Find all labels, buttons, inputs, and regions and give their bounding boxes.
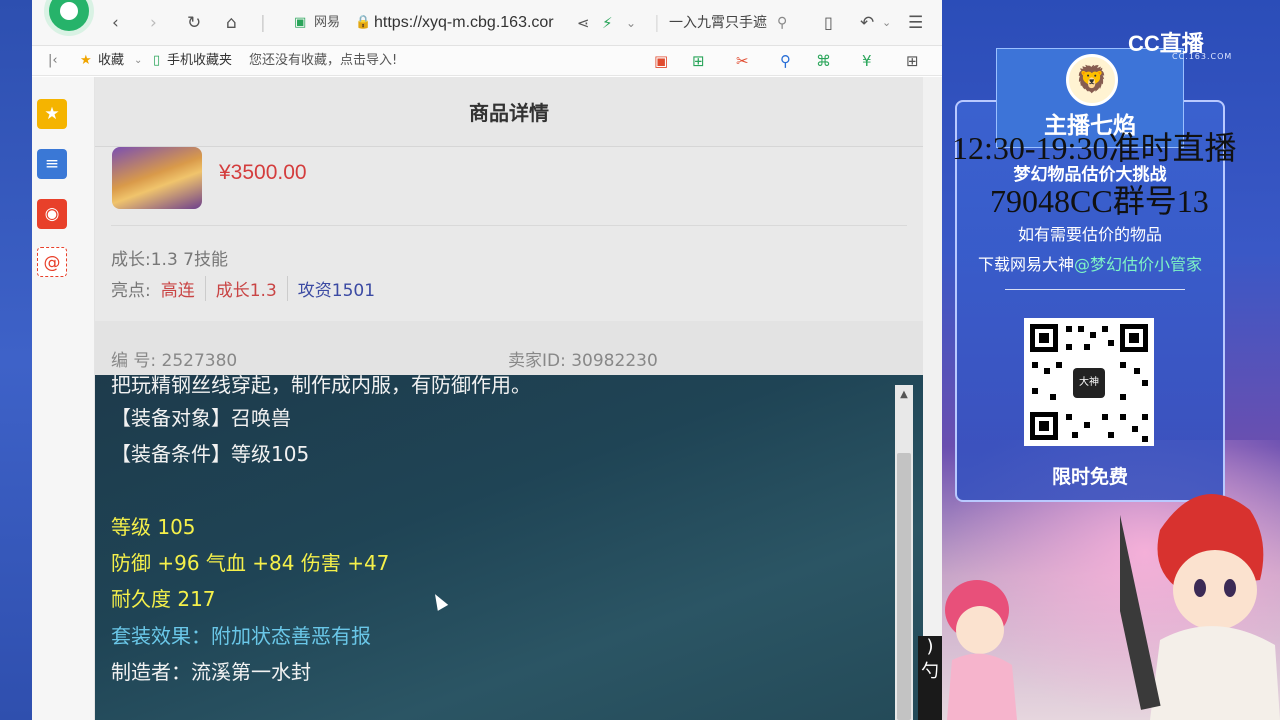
chevron-down-icon[interactable]: ⌄	[626, 0, 636, 46]
search-icon[interactable]: ⚲	[777, 0, 787, 46]
equip-condition: 【装备条件】等级105	[111, 442, 310, 466]
character-art	[945, 580, 1017, 720]
news-icon[interactable]: ≡	[37, 149, 67, 179]
page-title: 商品详情	[469, 101, 549, 125]
scroll-up-icon[interactable]: ▲	[895, 385, 913, 405]
browser-window: ‹ › ↻ ⌂ | ▣ 网易 🔒 https://xyq-m.cbg.163.c…	[32, 0, 942, 720]
home-icon[interactable]: ⌂	[226, 0, 237, 46]
scrollbar-thumb[interactable]	[897, 453, 911, 720]
scissors-icon[interactable]: ✂	[736, 46, 749, 76]
qr-center-logo: 大神	[1073, 368, 1105, 398]
email-icon[interactable]: @	[37, 247, 67, 277]
highlight-tag: 攻资1501	[297, 281, 376, 301]
page-header: 商品详情	[95, 77, 923, 147]
lock-icon: 🔒	[355, 15, 372, 30]
download-prefix: 下载网易大神	[977, 255, 1074, 274]
equip-durability: 耐久度 217	[111, 587, 216, 611]
highlights: 亮点: 高连 成长1.3 攻资1501	[111, 276, 385, 301]
url-field[interactable]: https://xyq-m.cbg.163.cor	[374, 0, 554, 46]
equip-set-effect: 套装效果：附加状态善恶有报	[111, 624, 371, 648]
chat-edge: ) 勺	[918, 636, 942, 720]
search-input[interactable]: 一入九霄只手遮	[669, 0, 767, 46]
tv-icon[interactable]: ▣	[654, 46, 668, 76]
divider: |	[260, 13, 266, 33]
equip-maker: 制造者：流溪第一水封	[111, 660, 311, 684]
page-scrollbar[interactable]	[923, 77, 942, 720]
growth-skills: 成长:1.3 7技能	[111, 250, 228, 270]
undo-icon[interactable]: ↶	[860, 0, 874, 46]
translate-icon[interactable]: ⊞	[692, 46, 705, 76]
lion-avatar-icon: 🦁	[1066, 54, 1118, 106]
card-divider	[1005, 289, 1185, 290]
forward-icon[interactable]: ›	[150, 0, 157, 46]
download-handle: @梦幻估价小管家	[1074, 255, 1203, 274]
highlights-label: 亮点:	[111, 281, 151, 301]
favorites-icon[interactable]: ★	[37, 99, 67, 129]
browser-sidebar: ★ ≡ ◉ @	[32, 77, 95, 720]
appraisal-prompt: 如有需要估价的物品	[1017, 225, 1162, 244]
highlight-tag: 成长1.3	[206, 276, 288, 301]
divider	[111, 225, 907, 226]
equipment-tooltip: 把玩精钢丝线穿起，制作成内服，有防御作用。 【装备对象】召唤兽 【装备条件】等级…	[95, 375, 923, 720]
share-icon[interactable]: ⋖	[577, 0, 590, 46]
price: ¥3500.00	[219, 161, 307, 184]
highlight-tag: 高连	[151, 276, 206, 301]
group-number: 79048CC群号13	[990, 183, 1209, 219]
equip-target: 【装备对象】召唤兽	[111, 406, 291, 430]
weibo-icon[interactable]: ◉	[37, 199, 67, 229]
import-bookmarks-link[interactable]: 您还没有收藏，点击导入!	[249, 46, 397, 76]
divider: |	[654, 13, 660, 33]
equip-stats: 防御 +96 气血 +84 伤害 +47	[111, 551, 390, 575]
gamepad-icon[interactable]: ⌘	[816, 46, 831, 76]
browser-logo-icon[interactable]	[44, 0, 94, 36]
chevron-down-icon[interactable]: ⌄	[882, 0, 891, 46]
back-icon[interactable]: ‹	[112, 0, 119, 46]
wallet-icon[interactable]: ¥	[862, 46, 872, 76]
character-art	[1120, 494, 1280, 720]
speed-icon[interactable]: ⚡	[602, 0, 613, 46]
mobile-bookmarks-link[interactable]: 手机收藏夹	[167, 46, 232, 76]
refresh-icon[interactable]: ↻	[187, 0, 201, 46]
bookmarks-menu[interactable]: 收藏	[98, 46, 124, 76]
collapse-sidebar-icon[interactable]: |‹	[48, 46, 58, 76]
site-badge-icon: ▣	[294, 15, 307, 30]
chevron-down-icon[interactable]: ⌄	[134, 46, 142, 76]
phone-icon: ▯	[153, 53, 161, 68]
tooltip-scrollbar[interactable]: ▲	[895, 385, 913, 720]
apps-grid-icon[interactable]: ⊞	[906, 46, 919, 76]
item-code: 编 号: 2527380	[111, 351, 238, 371]
equip-description: 把玩精钢丝线穿起，制作成内服，有防御作用。	[111, 375, 531, 397]
download-prompt: 下载网易大神@梦幻估价小管家	[955, 251, 1225, 275]
address-bar: ‹ › ↻ ⌂ | ▣ 网易 🔒 https://xyq-m.cbg.163.c…	[32, 0, 942, 46]
stream-left-edge	[0, 0, 32, 720]
magnifier-icon[interactable]: ⚲	[780, 46, 791, 76]
seller-id: 卖家ID: 30982230	[508, 351, 658, 371]
menu-icon[interactable]: ☰	[908, 0, 923, 46]
site-brand: 网易	[314, 15, 341, 30]
equip-level: 等级 105	[111, 515, 196, 539]
pet-thumbnail[interactable]	[112, 147, 202, 209]
bookmarks-bar: |‹ ★ 收藏 ⌄ ▯ 手机收藏夹 您还没有收藏，点击导入! ▣ ⊞ ✂ ⚲ ⌘…	[32, 46, 942, 76]
star-icon: ★	[80, 53, 92, 68]
mobile-icon[interactable]: ▯	[824, 0, 833, 46]
cc-domain: CC.163.COM	[1172, 52, 1233, 61]
page-content: ¥3500.00 成长:1.3 7技能 亮点: 高连 成长1.3 攻资1501 编 号…	[95, 77, 923, 720]
